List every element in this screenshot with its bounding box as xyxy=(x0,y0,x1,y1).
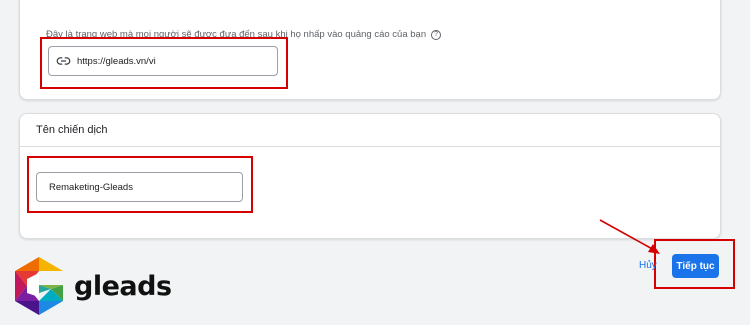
link-icon xyxy=(56,57,71,65)
campaign-name-value: Remaketing-Gleads xyxy=(49,181,133,193)
cancel-button[interactable]: Hủy xyxy=(639,260,657,271)
gleads-logo: gleads xyxy=(10,255,172,317)
url-card: Đây là trang web mà mọi người sẽ được đư… xyxy=(19,0,721,100)
logo-text: gleads xyxy=(74,270,172,302)
campaign-name-input[interactable]: Remaketing-Gleads xyxy=(36,172,243,202)
divider xyxy=(20,146,720,147)
continue-button[interactable]: Tiếp tục xyxy=(672,254,719,278)
url-description-text: Đây là trang web mà mọi người sẽ được đư… xyxy=(46,29,427,40)
help-circle-icon[interactable]: ? xyxy=(431,29,442,40)
url-input[interactable]: https://gleads.vn/vi xyxy=(48,46,278,76)
campaign-name-title: Tên chiến dịch xyxy=(36,124,108,136)
url-input-value: https://gleads.vn/vi xyxy=(77,55,156,67)
url-description: Đây là trang web mà mọi người sẽ được đư… xyxy=(46,29,442,40)
annotation-arrow xyxy=(599,219,660,254)
logo-mark-icon xyxy=(15,257,63,315)
